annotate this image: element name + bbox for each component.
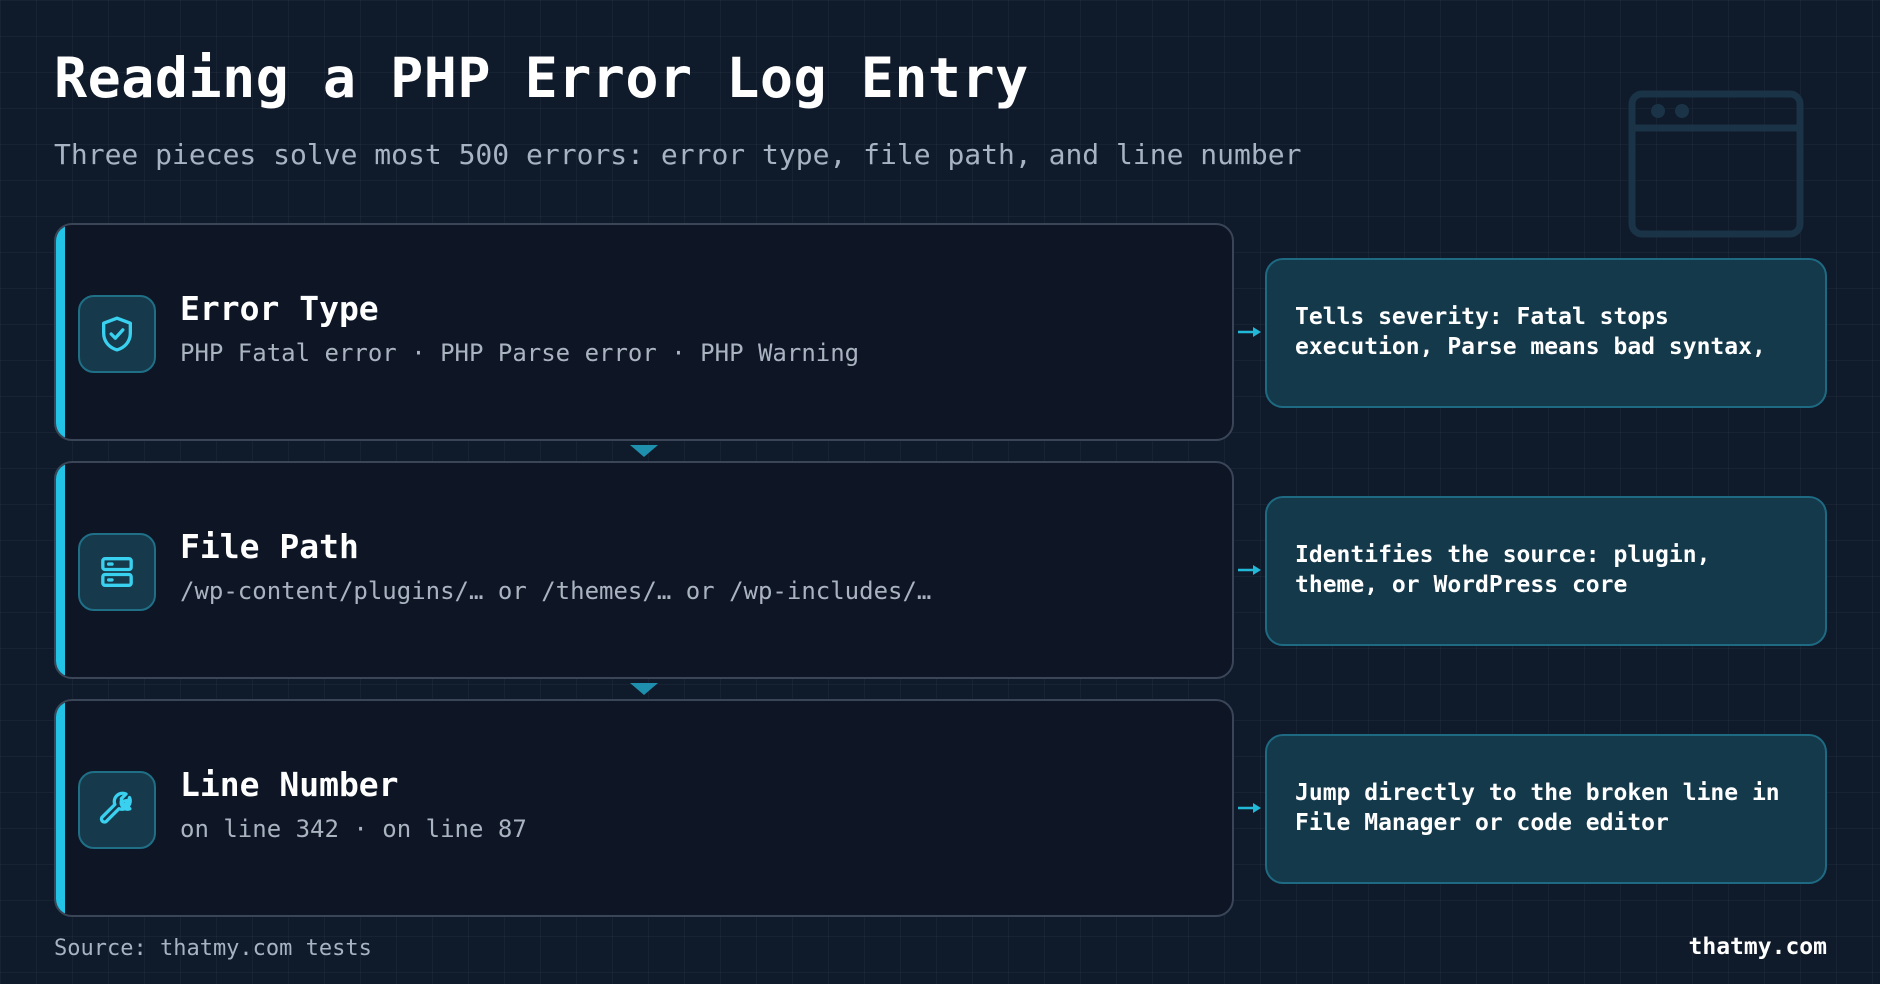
browser-window-icon — [1628, 90, 1804, 238]
down-arrow-connector — [630, 445, 658, 457]
shield-check-icon — [102, 316, 132, 352]
arrow-right-icon — [1238, 803, 1261, 813]
arrow-right-icon — [1238, 327, 1261, 337]
step-description: on line 342 · on line 87 — [180, 815, 527, 843]
step-title: Error Type — [180, 289, 379, 328]
step-card-error-type: Error Type PHP Fatal error · PHP Parse e… — [54, 223, 1234, 441]
step-card-line-number: Line Number on line 342 · on line 87 — [54, 699, 1234, 917]
card-accent-bar — [56, 701, 65, 915]
step-note-file-path: Identifies the source: plugin, theme, or… — [1265, 496, 1827, 646]
step-description: PHP Fatal error · PHP Parse error · PHP … — [180, 339, 860, 367]
card-accent-bar — [56, 463, 65, 677]
step-title: File Path — [180, 527, 359, 566]
icon-box — [78, 771, 156, 849]
step-note-line-number: Jump directly to the broken line in File… — [1265, 734, 1827, 884]
down-arrow-connector — [630, 683, 658, 695]
wrench-icon — [99, 791, 132, 824]
source-caption: Source: thatmy.com tests — [54, 936, 372, 961]
icon-box — [78, 533, 156, 611]
step-description: /wp-content/plugins/… or /themes/… or /w… — [180, 577, 932, 605]
server-icon — [101, 557, 133, 587]
page-subtitle: Three pieces solve most 500 errors: erro… — [54, 138, 1302, 171]
step-note-error-type: Tells severity: Fatal stops execution, P… — [1265, 258, 1827, 408]
arrow-right-icon — [1238, 565, 1261, 575]
page-title: Reading a PHP Error Log Entry — [54, 46, 1029, 110]
step-card-file-path: File Path /wp-content/plugins/… or /them… — [54, 461, 1234, 679]
brand-label: thatmy.com — [1688, 934, 1827, 960]
icon-box — [78, 295, 156, 373]
card-accent-bar — [56, 225, 65, 439]
step-title: Line Number — [180, 765, 399, 804]
